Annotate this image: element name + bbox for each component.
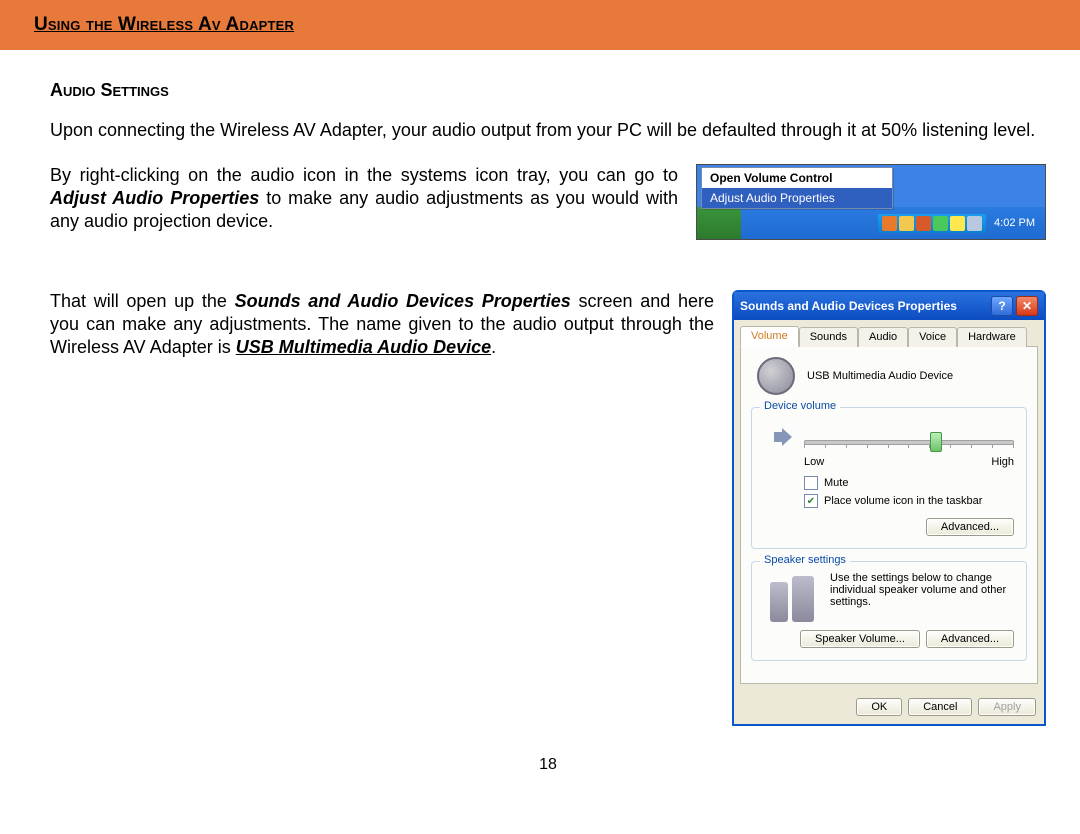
volume-speaker-icon xyxy=(770,422,800,452)
p3-bold-1: Sounds and Audio Devices Properties xyxy=(235,291,571,311)
tab-strip: Volume Sounds Audio Voice Hardware xyxy=(734,320,1044,346)
device-volume-legend: Device volume xyxy=(760,400,840,412)
start-button[interactable] xyxy=(697,207,741,239)
content-area: Audio Settings Upon connecting the Wirel… xyxy=(0,50,1080,786)
tray-icon[interactable] xyxy=(916,216,931,231)
close-button[interactable]: ✕ xyxy=(1016,296,1038,316)
help-button[interactable]: ? xyxy=(991,296,1013,316)
page-title: Using the Wireless Av Adapter xyxy=(34,14,294,35)
device-row: USB Multimedia Audio Device xyxy=(757,357,1027,395)
p3-text-e: . xyxy=(491,337,496,357)
dialog-footer: OK Cancel Apply xyxy=(734,690,1044,724)
ok-button[interactable]: OK xyxy=(856,698,902,716)
taskbar: 4:02 PM xyxy=(697,207,1045,239)
tab-hardware[interactable]: Hardware xyxy=(957,327,1027,347)
paragraph-2: By right-clicking on the audio icon in t… xyxy=(50,164,678,240)
speakers-icon xyxy=(764,572,820,622)
speaker-icon xyxy=(757,357,795,395)
tray-icon[interactable] xyxy=(933,216,948,231)
device-volume-group: Device volume Low High xyxy=(751,407,1027,549)
tray-icon[interactable] xyxy=(899,216,914,231)
volume-slider[interactable] xyxy=(804,430,1014,452)
tray-icon[interactable] xyxy=(950,216,965,231)
advanced-volume-button[interactable]: Advanced... xyxy=(926,518,1014,536)
tab-voice[interactable]: Voice xyxy=(908,327,957,347)
apply-button[interactable]: Apply xyxy=(978,698,1036,716)
slider-thumb[interactable] xyxy=(930,432,942,452)
label-low: Low xyxy=(804,456,824,468)
p3-bold-underline: USB Multimedia Audio Device xyxy=(236,337,491,357)
tray-icon[interactable] xyxy=(882,216,897,231)
speaker-volume-button[interactable]: Speaker Volume... xyxy=(800,630,920,648)
audio-properties-dialog: Sounds and Audio Devices Properties ? ✕ … xyxy=(732,290,1046,726)
taskbar-icon-label: Place volume icon in the taskbar xyxy=(824,495,982,507)
volume-icon[interactable] xyxy=(967,216,982,231)
ctx-item-adjust-audio[interactable]: Adjust Audio Properties xyxy=(702,188,892,208)
p2-text-a: By right-clicking on the audio icon in t… xyxy=(50,165,678,185)
tab-audio[interactable]: Audio xyxy=(858,327,908,347)
advanced-speaker-button[interactable]: Advanced... xyxy=(926,630,1014,648)
speaker-settings-text: Use the settings below to change individ… xyxy=(830,572,1014,622)
dialog-titlebar: Sounds and Audio Devices Properties ? ✕ xyxy=(734,292,1044,320)
dialog-title: Sounds and Audio Devices Properties xyxy=(740,299,988,313)
header-bar: Using the Wireless Av Adapter xyxy=(0,0,1080,50)
ctx-item-open-volume[interactable]: Open Volume Control xyxy=(702,168,892,188)
system-tray xyxy=(878,214,986,233)
paragraph-1: Upon connecting the Wireless AV Adapter,… xyxy=(50,119,1046,142)
taskbar-icon-checkbox[interactable]: ✔ xyxy=(804,494,818,508)
cancel-button[interactable]: Cancel xyxy=(908,698,972,716)
context-menu: Open Volume Control Adjust Audio Propert… xyxy=(701,167,893,209)
mute-checkbox[interactable] xyxy=(804,476,818,490)
paragraph-3: That will open up the Sounds and Audio D… xyxy=(50,290,714,359)
dialog-body: USB Multimedia Audio Device Device volum… xyxy=(740,346,1038,684)
context-menu-screenshot: Open Volume Control Adjust Audio Propert… xyxy=(696,164,1046,240)
section-heading: Audio Settings xyxy=(50,80,1046,101)
p3-text-a: That will open up the xyxy=(50,291,235,311)
label-high: High xyxy=(991,456,1014,468)
device-name: USB Multimedia Audio Device xyxy=(807,370,953,382)
p2-bolded: Adjust Audio Properties xyxy=(50,188,259,208)
speaker-settings-legend: Speaker settings xyxy=(760,554,850,566)
mute-label: Mute xyxy=(824,477,848,489)
clock: 4:02 PM xyxy=(990,217,1039,229)
page-number: 18 xyxy=(50,756,1046,786)
speaker-settings-group: Speaker settings Use the settings below … xyxy=(751,561,1027,661)
tab-sounds[interactable]: Sounds xyxy=(799,327,858,347)
tab-volume[interactable]: Volume xyxy=(740,326,799,347)
